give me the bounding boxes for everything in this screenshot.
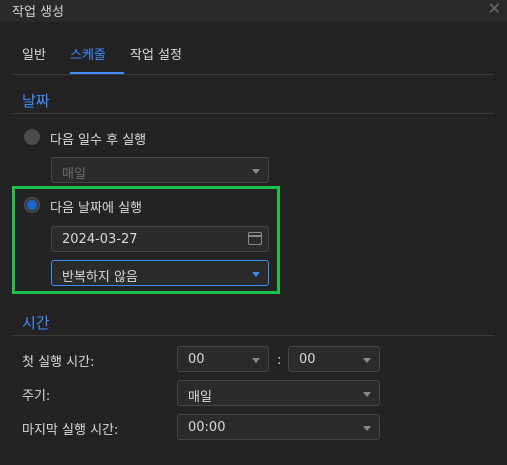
close-icon[interactable]: ✕ [488,0,501,18]
time-separator: : [277,353,282,368]
period-label: 주기: [22,389,51,404]
section-title-time: 시간 [22,314,50,332]
calendar-icon[interactable] [248,232,262,245]
tab-bar: 일반 스케줄 작업 설정 [12,36,494,75]
chevron-down-icon [252,358,260,363]
chevron-down-icon [363,392,371,397]
radio-run-on-date[interactable] [24,197,40,213]
last-run-time-select[interactable]: 00:00 [177,414,380,440]
dialog-title: 작업 생성 [12,5,64,20]
tab-general[interactable]: 일반 [22,44,46,63]
first-run-hour-select[interactable]: 00 [177,346,269,372]
chevron-down-icon [363,358,371,363]
repeat-select[interactable]: 반복하지 않음 [51,260,269,286]
radio-selected-dot [27,200,37,210]
radio-run-after-days[interactable] [24,129,40,145]
last-run-time-label: 마지막 실행 시간: [22,423,119,438]
radio-run-on-date-label: 다음 날짜에 실행 [50,201,142,216]
days-interval-select[interactable]: 매일 [51,157,269,183]
section-title-date: 날짜 [22,92,50,110]
period-select[interactable]: 매일 [177,380,380,406]
tab-task-settings[interactable]: 작업 설정 [130,44,182,63]
chevron-down-icon [252,272,260,277]
first-run-minute-select[interactable]: 00 [288,346,380,372]
dialog-titlebar: 작업 생성 ✕ [0,0,507,22]
active-tab-indicator [70,72,124,74]
section-divider [12,113,494,114]
first-run-time-label: 첫 실행 시간: [22,355,95,370]
section-divider [12,335,494,336]
date-input[interactable]: 2024-03-27 [51,226,269,252]
tab-schedule[interactable]: 스케줄 [70,44,106,63]
radio-run-after-days-label: 다음 일수 후 실행 [50,133,147,148]
chevron-down-icon [363,426,371,431]
chevron-down-icon [252,169,260,174]
